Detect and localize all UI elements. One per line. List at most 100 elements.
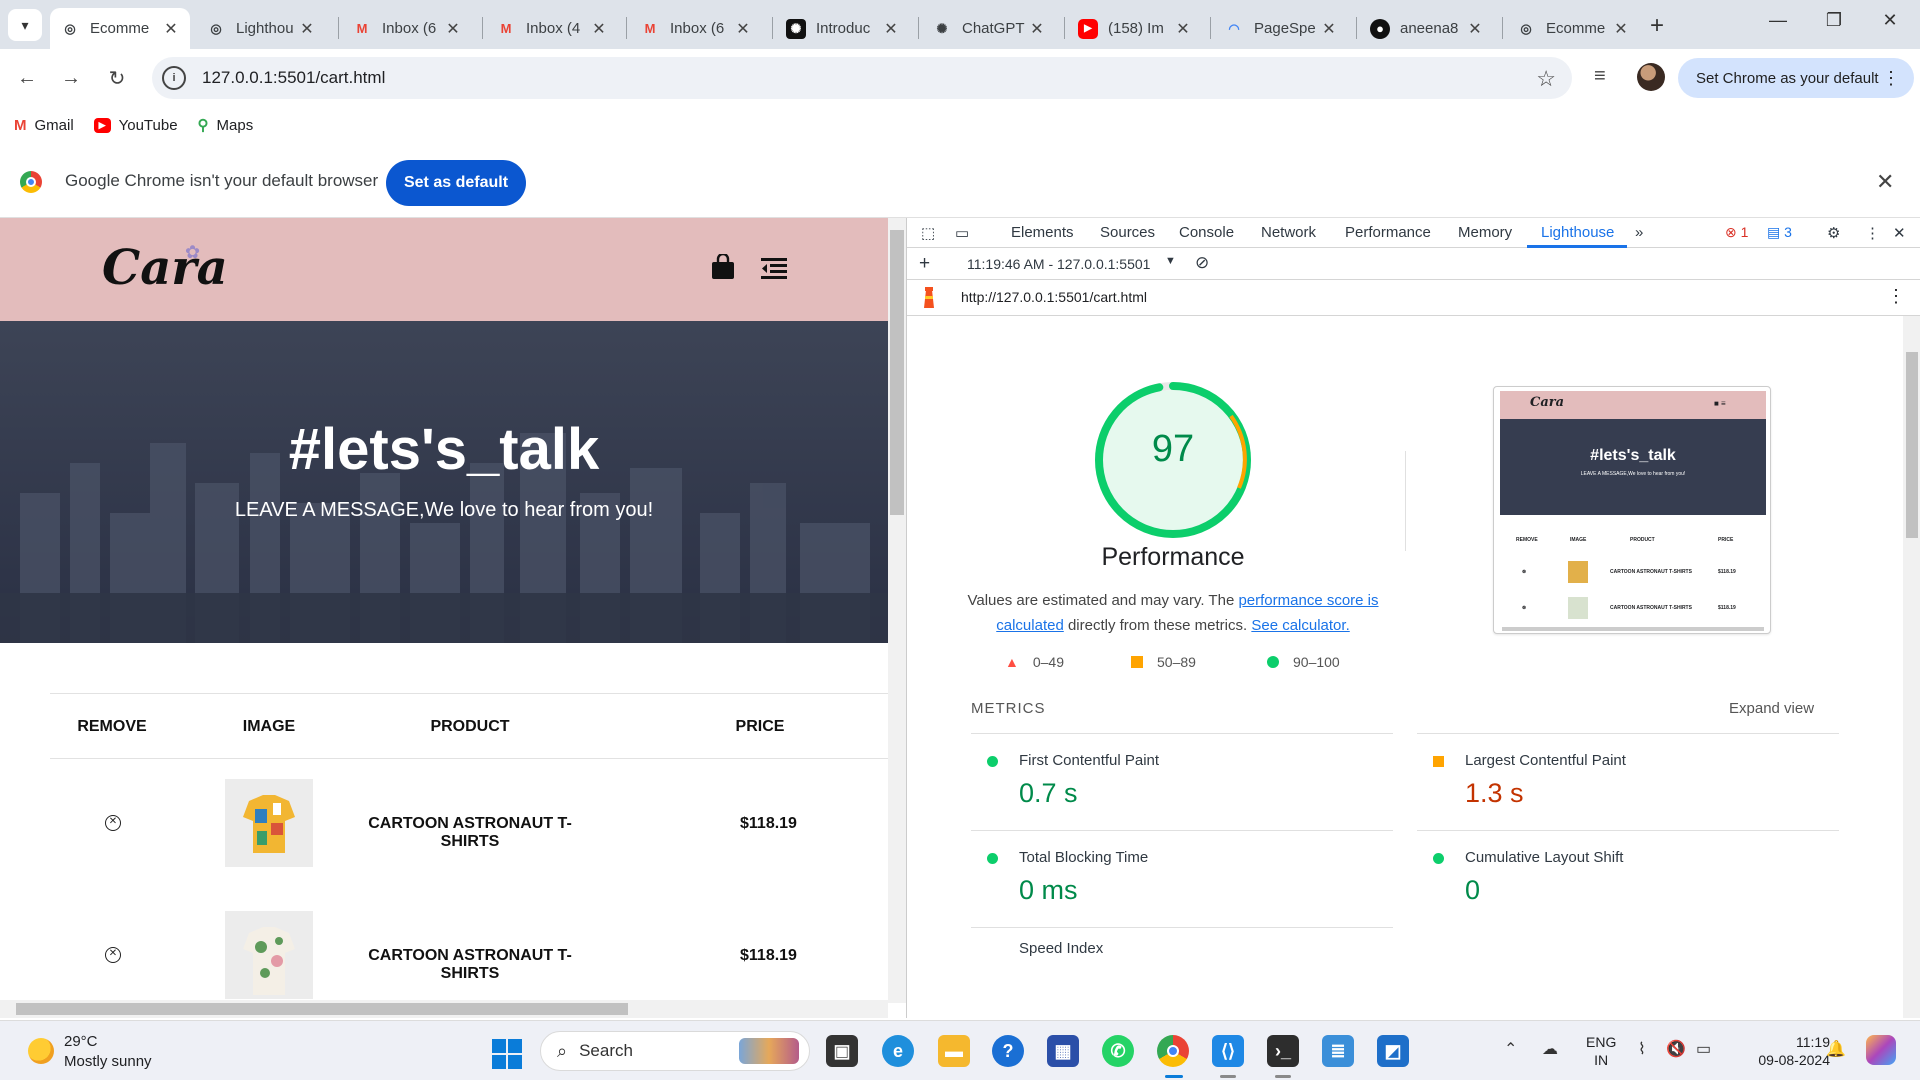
photos-icon[interactable]: ◩: [1377, 1035, 1409, 1067]
bookmark-star-icon[interactable]: ☆: [1536, 66, 1556, 92]
restore-icon[interactable]: ❐: [1814, 10, 1854, 31]
message-badge[interactable]: ▤ 3: [1767, 224, 1792, 241]
close-icon[interactable]: ✕: [1028, 19, 1046, 39]
set-as-default-button[interactable]: Set as default: [386, 160, 526, 206]
tab-lighthouse[interactable]: Lighthouse: [1541, 224, 1614, 241]
reload-icon[interactable]: ↻: [102, 63, 132, 93]
bookmark-gmail[interactable]: M Gmail: [14, 117, 74, 134]
edge-icon[interactable]: e: [882, 1035, 914, 1067]
close-icon[interactable]: ✕: [1320, 19, 1338, 39]
tab-memory[interactable]: Memory: [1458, 224, 1512, 241]
tab-youtube[interactable]: ▶ (158) Im ✕: [1068, 8, 1202, 49]
media-controls-icon[interactable]: ≡: [1594, 65, 1606, 88]
page-vertical-scrollbar[interactable]: [888, 218, 906, 1003]
window-close-icon[interactable]: ✕: [1870, 10, 1910, 31]
close-icon[interactable]: ✕: [734, 19, 752, 39]
tab-performance[interactable]: Performance: [1345, 224, 1431, 241]
remove-circle-x-icon[interactable]: ✕: [105, 815, 121, 831]
tab-chatgpt[interactable]: ✺ ChatGPT ✕: [922, 8, 1056, 49]
tab-elements[interactable]: Elements: [1011, 224, 1074, 241]
final-screenshot-thumbnail[interactable]: Cara ■ ≡ #lets's_talk LEAVE A MESSAGE,We…: [1493, 386, 1771, 634]
kebab-menu-icon[interactable]: ⋮: [1882, 68, 1900, 89]
copilot-icon[interactable]: [1866, 1035, 1896, 1065]
profile-avatar[interactable]: [1637, 63, 1665, 91]
notification-bell-icon[interactable]: 🔔: [1826, 1039, 1846, 1059]
weather-temperature[interactable]: 29°C: [64, 1033, 98, 1050]
close-icon[interactable]: ✕: [590, 19, 608, 39]
close-icon[interactable]: ✕: [298, 19, 316, 39]
site-info-icon[interactable]: i: [162, 66, 186, 90]
file-explorer-icon[interactable]: ▬: [938, 1035, 970, 1067]
menu-icon[interactable]: [761, 256, 787, 280]
tab-github[interactable]: ● aneena8 ✕: [1360, 8, 1494, 49]
vscode-icon[interactable]: ⟨⟩: [1212, 1035, 1244, 1067]
weather-description[interactable]: Mostly sunny: [64, 1053, 152, 1070]
terminal-icon[interactable]: ›_: [1267, 1035, 1299, 1067]
devtools-kebab-icon[interactable]: ⋮: [1865, 224, 1880, 242]
windows-start-icon[interactable]: [492, 1039, 522, 1069]
clear-reports-icon[interactable]: ⊘: [1195, 253, 1209, 273]
back-arrow-icon[interactable]: ←: [12, 63, 42, 93]
tab-ecommerce-active[interactable]: ◎ Ecomme ✕: [50, 8, 190, 49]
chrome-icon[interactable]: [1157, 1035, 1189, 1067]
bookmark-maps[interactable]: ⚲ Maps: [198, 116, 254, 135]
wifi-icon[interactable]: ⌇: [1638, 1039, 1646, 1059]
set-chrome-default-button[interactable]: Set Chrome as your default ⋮: [1678, 58, 1914, 98]
minimize-icon[interactable]: —: [1758, 10, 1798, 31]
tab-inbox-3[interactable]: M Inbox (6 ✕: [630, 8, 762, 49]
close-icon[interactable]: ✕: [444, 19, 462, 39]
bookmark-youtube[interactable]: ▶ YouTube: [93, 117, 178, 134]
battery-icon[interactable]: ▭: [1696, 1039, 1711, 1059]
performance-gauge[interactable]: 97: [1093, 380, 1253, 540]
expand-view-toggle[interactable]: Expand view: [1729, 700, 1814, 717]
device-toolbar-icon[interactable]: ▭: [955, 224, 969, 242]
taskbar-clock[interactable]: 11:19 09-08-2024: [1750, 1033, 1830, 1069]
whatsapp-icon[interactable]: ✆: [1102, 1035, 1134, 1067]
tab-sources[interactable]: Sources: [1100, 224, 1155, 241]
settings-gear-icon[interactable]: ⚙: [1827, 224, 1840, 242]
tab-console[interactable]: Console: [1179, 224, 1234, 241]
error-badge[interactable]: ⊗ 1: [1725, 224, 1748, 241]
help-icon[interactable]: ?: [992, 1035, 1024, 1067]
close-icon[interactable]: ✕: [1174, 19, 1192, 39]
tab-ecommerce-2[interactable]: ◎ Ecomme ✕: [1506, 8, 1640, 49]
new-tab-plus-icon[interactable]: +: [1650, 12, 1664, 40]
show-hidden-icons-chevron-icon[interactable]: ⌃: [1504, 1039, 1517, 1059]
report-selector[interactable]: 11:19:46 AM - 127.0.0.1:5501: [967, 256, 1150, 272]
report-kebab-icon[interactable]: ⋮: [1887, 286, 1905, 307]
tab-inbox-1[interactable]: M Inbox (6 ✕: [342, 8, 472, 49]
notepad-icon[interactable]: ≣: [1322, 1035, 1354, 1067]
new-report-plus-icon[interactable]: +: [919, 253, 930, 275]
product-name[interactable]: CARTOON ASTRONAUT T-SHIRTS: [350, 815, 590, 851]
tab-introduction[interactable]: ✺ Introduc ✕: [776, 8, 910, 49]
close-icon[interactable]: ✕: [1612, 19, 1630, 39]
see-calculator-link[interactable]: See calculator.: [1251, 617, 1349, 634]
language-indicator[interactable]: ENG IN: [1586, 1033, 1616, 1069]
report-dropdown-icon[interactable]: ▼: [1165, 255, 1176, 267]
devtools-close-icon[interactable]: ✕: [1893, 224, 1906, 242]
taskbar-search[interactable]: ⌕ Search: [540, 1031, 810, 1071]
inspect-element-icon[interactable]: ⬚: [921, 224, 935, 242]
report-url[interactable]: http://127.0.0.1:5501/cart.html: [961, 289, 1147, 305]
remove-circle-x-icon[interactable]: ✕: [105, 947, 121, 963]
forward-arrow-icon[interactable]: →: [56, 63, 86, 93]
close-icon[interactable]: ✕: [1466, 19, 1484, 39]
tab-network[interactable]: Network: [1261, 224, 1316, 241]
product-name[interactable]: CARTOON ASTRONAUT T-SHIRTS: [350, 947, 590, 983]
tab-lighthouse[interactable]: ◎ Lighthou ✕: [196, 8, 326, 49]
weather-sun-icon[interactable]: [28, 1038, 54, 1064]
close-icon[interactable]: ✕: [882, 19, 900, 39]
task-view-icon[interactable]: ▣: [826, 1035, 858, 1067]
infobar-close-icon[interactable]: ✕: [1876, 169, 1894, 195]
close-icon[interactable]: ✕: [162, 19, 180, 39]
volume-muted-icon[interactable]: 🔇: [1666, 1039, 1686, 1059]
onedrive-cloud-icon[interactable]: ☁: [1542, 1039, 1558, 1059]
site-logo[interactable]: Cara: [102, 240, 228, 296]
microsoft-store-icon[interactable]: ▦: [1047, 1035, 1079, 1067]
tab-pagespeed[interactable]: ◠ PageSpe ✕: [1214, 8, 1348, 49]
more-tabs-icon[interactable]: »: [1635, 224, 1643, 241]
page-horizontal-scrollbar[interactable]: [0, 1000, 888, 1018]
tab-search-button[interactable]: ▾: [8, 9, 42, 41]
tab-inbox-2[interactable]: M Inbox (4 ✕: [486, 8, 618, 49]
shopping-bag-icon[interactable]: [711, 254, 735, 280]
